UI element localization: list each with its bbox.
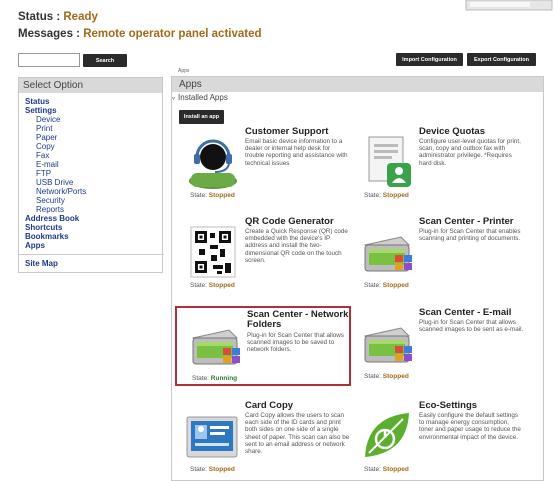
app-state: State: Stopped <box>190 466 235 473</box>
status-line: Status : Ready <box>18 11 98 23</box>
search-button[interactable]: Search <box>83 54 127 67</box>
sidebar-divider <box>19 254 164 255</box>
app-state: State: Stopped <box>364 373 409 380</box>
sidebar-item-fax[interactable]: Fax <box>25 151 162 160</box>
app-card-scan-center-network-folders[interactable]: Scan Center - Network Folders Plug-in for… <box>175 306 351 386</box>
app-title[interactable]: Scan Center - E-mail <box>419 308 523 318</box>
export-configuration-button[interactable]: Export Configuration <box>467 53 536 66</box>
sidebar-item-reports[interactable]: Reports <box>25 205 162 214</box>
app-card-scan-center-printer[interactable]: Scan Center - Printer Plug-in for Scan Ce… <box>349 215 525 295</box>
app-state: State: Stopped <box>364 282 409 289</box>
app-description: Email basic device information to a deal… <box>245 138 348 167</box>
app-state-value: Running <box>210 375 238 382</box>
headset-icon <box>185 135 241 189</box>
app-title[interactable]: Customer Support <box>245 127 349 137</box>
app-description: Card Copy allows the users to scan each … <box>245 412 350 456</box>
id-card-icon <box>185 409 241 463</box>
app-description: Create a Quick Response (QR) code embedd… <box>245 228 348 264</box>
printer-graphic-icon <box>465 0 553 11</box>
app-card-card-copy[interactable]: Card Copy Card Copy allows the users to s… <box>175 399 351 479</box>
sidebar-item-copy[interactable]: Copy <box>25 142 162 151</box>
sidebar-item-address-book[interactable]: Address Book <box>25 214 162 223</box>
qr-code-icon <box>185 225 241 279</box>
import-configuration-button[interactable]: Import Configuration <box>396 53 463 66</box>
sidebar-item-network-ports[interactable]: Network/Ports <box>25 187 162 196</box>
sidebar-item-print[interactable]: Print <box>25 124 162 133</box>
app-description: Easily configure the default settings to… <box>419 412 521 441</box>
app-state-value: Stopped <box>208 192 235 199</box>
app-description: Plug-in for Scan Center that allows scan… <box>247 332 344 354</box>
app-state: State: Stopped <box>364 466 409 473</box>
sidebar-item-shortcuts[interactable]: Shortcuts <box>25 223 162 232</box>
sidebar-nav: Status Settings Device Print Paper Copy Fax E-m… <box>19 93 164 268</box>
installed-apps-label: Installed Apps <box>178 93 228 102</box>
app-state-label: State: <box>364 282 381 289</box>
app-state: State: Stopped <box>190 192 235 199</box>
app-state-label: State: <box>190 282 207 289</box>
quota-icon <box>359 135 415 189</box>
breadcrumb[interactable]: Apps <box>178 68 189 74</box>
app-state-value: Stopped <box>382 373 409 380</box>
status-value: Ready <box>63 11 98 23</box>
sidebar-item-site-map[interactable]: Site Map <box>25 259 162 268</box>
status-label: Status : <box>18 11 61 23</box>
sidebar: Select Option Status Settings Device Print P… <box>18 77 164 273</box>
app-card-eco-settings[interactable]: Eco-Settings Easily configure the default… <box>349 399 525 479</box>
messages-value: Remote operator panel activated <box>83 28 262 40</box>
app-state-label: State: <box>192 375 209 382</box>
app-card-qr-code-generator[interactable]: QR Code Generator Create a Quick Response… <box>175 215 351 295</box>
app-description: Configure user-level quotas for print, s… <box>419 138 521 167</box>
scanner-icon <box>359 316 415 370</box>
app-title[interactable]: Scan Center - Network Folders <box>247 310 351 330</box>
app-state-label: State: <box>364 373 381 380</box>
app-title[interactable]: Device Quotas <box>419 127 523 137</box>
sidebar-item-device[interactable]: Device <box>25 115 162 124</box>
messages-line: Messages : Remote operator panel activat… <box>18 28 262 40</box>
scanner-icon <box>187 318 243 372</box>
app-state-value: Stopped <box>382 466 409 473</box>
app-state: State: Stopped <box>364 192 409 199</box>
sidebar-item-paper[interactable]: Paper <box>25 133 162 142</box>
app-title[interactable]: QR Code Generator <box>245 217 349 227</box>
collapse-arrow-icon: ▿ <box>172 96 176 102</box>
app-state-label: State: <box>190 192 207 199</box>
sidebar-item-ftp[interactable]: FTP <box>25 169 162 178</box>
app-description: Plug-in for Scan Center that enables sca… <box>419 228 521 243</box>
app-state-value: Stopped <box>382 282 409 289</box>
leaf-icon <box>359 409 415 463</box>
search-input[interactable] <box>18 53 80 67</box>
app-card-device-quotas[interactable]: Device Quotas Configure user-level quotas… <box>349 125 525 205</box>
apps-panel: Apps ▿ Installed Apps Install an app Cust… <box>171 76 544 481</box>
app-state-value: Stopped <box>208 466 235 473</box>
page-title: Apps <box>172 77 543 92</box>
app-state-label: State: <box>364 466 381 473</box>
app-state: State: Stopped <box>190 282 235 289</box>
app-state-value: Stopped <box>382 192 409 199</box>
sidebar-item-apps[interactable]: Apps <box>25 241 162 250</box>
install-app-button[interactable]: Install an app <box>179 110 224 124</box>
app-state-label: State: <box>364 192 381 199</box>
app-title[interactable]: Eco-Settings <box>419 401 523 411</box>
scanner-icon <box>359 225 415 279</box>
app-state: State: Running <box>192 375 237 382</box>
sidebar-item-security[interactable]: Security <box>25 196 162 205</box>
sidebar-item-usb-drive[interactable]: USB Drive <box>25 178 162 187</box>
app-state-label: State: <box>190 466 207 473</box>
app-title[interactable]: Card Copy <box>245 401 349 411</box>
sidebar-item-bookmarks[interactable]: Bookmarks <box>25 232 162 241</box>
installed-apps-toggle[interactable]: ▿ Installed Apps <box>172 93 228 102</box>
app-card-scan-center-e-mail[interactable]: Scan Center - E-mail Plug-in for Scan Cen… <box>349 306 525 386</box>
sidebar-item-settings[interactable]: Settings <box>25 106 162 115</box>
sidebar-heading: Select Option <box>19 78 162 93</box>
app-title[interactable]: Scan Center - Printer <box>419 217 523 227</box>
sidebar-item-e-mail[interactable]: E-mail <box>25 160 162 169</box>
sidebar-item-status[interactable]: Status <box>25 97 162 106</box>
app-state-value: Stopped <box>208 282 235 289</box>
app-description: Plug-in for Scan Center that allows scan… <box>419 319 524 334</box>
app-card-customer-support[interactable]: Customer Support Email basic device infor… <box>175 125 351 205</box>
messages-label: Messages : <box>18 28 81 40</box>
